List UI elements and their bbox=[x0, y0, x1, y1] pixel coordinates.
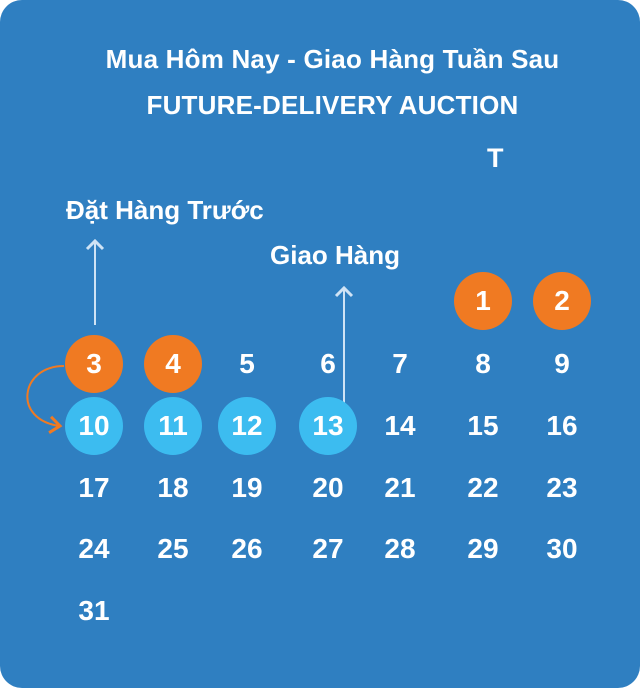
calendar-day-17: 17 bbox=[78, 472, 110, 503]
calendar-day-21: 21 bbox=[384, 472, 416, 503]
calendar-day-22: 22 bbox=[467, 472, 499, 503]
calendar-day-24: 24 bbox=[78, 533, 110, 564]
calendar-day-29: 29 bbox=[467, 533, 499, 564]
auction-calendar-card: Mua Hôm Nay - Giao Hàng Tuần Sau FUTURE-… bbox=[0, 0, 640, 688]
calendar-day-20: 20 bbox=[312, 472, 344, 503]
calendar-day-14: 14 bbox=[384, 410, 416, 441]
calendar-day-28: 28 bbox=[384, 533, 416, 564]
calendar-day-8: 8 bbox=[475, 348, 491, 379]
calendar-day-16: 16 bbox=[546, 410, 578, 441]
calendar-day-10: 10 bbox=[65, 397, 123, 455]
calendar-day-7: 7 bbox=[392, 348, 408, 379]
calendar-day-4: 4 bbox=[144, 335, 202, 393]
calendar-day-1: 1 bbox=[454, 272, 512, 330]
calendar-day-26: 26 bbox=[231, 533, 263, 564]
calendar-day-18: 18 bbox=[157, 472, 189, 503]
calendar-day-30: 30 bbox=[546, 533, 578, 564]
calendar-day-13: 13 bbox=[299, 397, 357, 455]
calendar-day-12: 12 bbox=[218, 397, 276, 455]
calendar-day-15: 15 bbox=[467, 410, 499, 441]
calendar-day-2: 2 bbox=[533, 272, 591, 330]
calendar-day-23: 23 bbox=[546, 472, 578, 503]
calendar-day-25: 25 bbox=[157, 533, 189, 564]
calendar-day-19: 19 bbox=[231, 472, 263, 503]
calendar-day-6: 6 bbox=[320, 348, 336, 379]
calendar-day-5: 5 bbox=[239, 348, 255, 379]
calendar-day-3: 3 bbox=[65, 335, 123, 393]
calendar-day-27: 27 bbox=[312, 533, 344, 564]
calendar-day-9: 9 bbox=[554, 348, 570, 379]
calendar-day-11: 11 bbox=[144, 397, 202, 455]
calendar-grid: 1 2 3 4 5 6 7 8 9 10 11 12 13 14 15 16 17 18 19 20 21 22 23 24 2… bbox=[0, 0, 640, 688]
calendar-day-31: 31 bbox=[78, 595, 110, 626]
